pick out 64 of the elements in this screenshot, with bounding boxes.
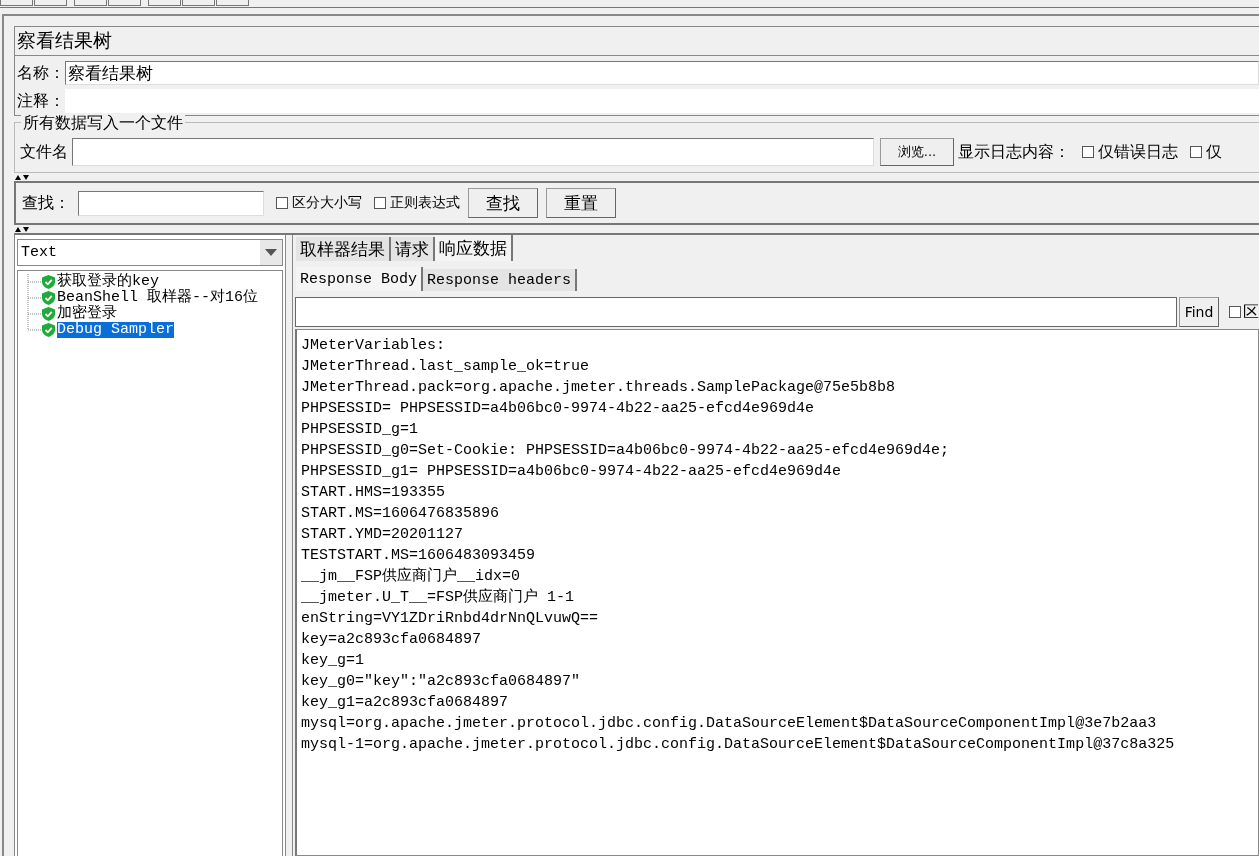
checkbox[interactable]: [1190, 146, 1202, 158]
response-line: JMeterVariables:: [301, 336, 447, 356]
shield-check-icon: [42, 291, 55, 305]
response-line: TESTSTART.MS=1606483093459: [301, 546, 537, 566]
checkbox-label: 区: [1243, 301, 1259, 323]
tree-item[interactable]: 加密登录: [57, 306, 117, 322]
collapse-arrows-icon[interactable]: [15, 174, 29, 180]
checkbox[interactable]: [276, 197, 288, 209]
response-line: PHPSESSID= PHPSESSID=a4b06bc0-9974-4b22-aa25-efcd4e969d4e: [301, 399, 816, 419]
response-line: enString=VY1ZDriRnbd4drNnQLvuwQ==: [301, 609, 600, 629]
tree-item[interactable]: Debug Sampler: [57, 322, 175, 338]
tab[interactable]: Response headers: [423, 269, 578, 291]
search-button[interactable]: 查找: [468, 188, 538, 218]
checkbox[interactable]: [374, 197, 386, 209]
log-label: 显示日志内容：: [958, 141, 1070, 163]
response-line: __jm__FSP供应商门户__idx=0: [301, 566, 522, 587]
name-field[interactable]: 察看结果树: [65, 61, 1259, 85]
comment-label: 注释：: [17, 90, 65, 112]
dropdown-arrow-icon: [265, 249, 277, 256]
response-line: __jmeter.U_T__=FSP供应商门户 1-1: [301, 587, 576, 608]
search-label: 查找：: [22, 192, 70, 214]
search-button[interactable]: 重置: [546, 188, 616, 218]
checkbox[interactable]: [1229, 306, 1241, 318]
tree-item[interactable]: 获取登录的key: [57, 274, 159, 290]
response-line: mysql-1=org.apache.jmeter.protocol.jdbc.config.DataSourceElement$DataSourceComponentImpl@37c8a325: [301, 735, 1176, 755]
checkbox-label: 区分大小写: [292, 194, 362, 212]
response-line: PHPSESSID_g=1: [301, 420, 420, 440]
search-field[interactable]: [78, 190, 264, 216]
shield-check-icon: [42, 323, 55, 337]
find-field[interactable]: [295, 297, 1177, 327]
splitter-bar[interactable]: [286, 235, 293, 856]
response-line: JMeterThread.pack=org.apache.jmeter.threads.SamplePackage@75e5b8b8: [301, 378, 897, 398]
find-button[interactable]: Find: [1179, 297, 1219, 327]
response-line: mysql=org.apache.jmeter.protocol.jdbc.config.DataSourceElement$DataSourceComponentImpl@3e7b2aa3: [301, 714, 1158, 734]
shield-check-icon: [42, 307, 55, 321]
collapse-arrows-icon[interactable]: [15, 226, 29, 232]
response-line: key=a2c893cfa0684897: [301, 630, 483, 650]
response-line: JMeterThread.last_sample_ok=true: [301, 357, 591, 377]
tab[interactable]: Response Body: [296, 267, 424, 291]
tree-guide-line: [24, 290, 42, 306]
tab[interactable]: 响应数据: [435, 235, 513, 261]
response-line: PHPSESSID_g0=Set-Cookie: PHPSESSID=a4b06bc0-9974-4b22-aa25-efcd4e969d4e;: [301, 441, 951, 461]
tab[interactable]: 请求: [391, 237, 435, 261]
checkbox-label: 正则表达式: [390, 194, 460, 212]
panel-title: 察看结果树: [17, 28, 112, 53]
name-label: 名称：: [17, 62, 65, 84]
filename-label: 文件名: [20, 141, 68, 163]
renderer-dropdown[interactable]: Text: [17, 239, 283, 266]
filename-field[interactable]: [72, 138, 874, 166]
browse-button[interactable]: 浏览...: [880, 138, 954, 166]
tab[interactable]: 取样器结果: [296, 237, 391, 261]
response-line: key_g=1: [301, 651, 365, 671]
response-line: START.HMS=193355: [301, 483, 447, 503]
response-line: START.MS=1606476835896: [301, 504, 501, 524]
shield-check-icon: [42, 275, 55, 289]
group-legend: 所有数据写入一个文件: [21, 113, 185, 134]
response-line: key_g0="key":"a2c893cfa0684897": [301, 672, 582, 692]
response-line: START.YMD=20201127: [301, 525, 465, 545]
checkbox-label: 仅: [1206, 141, 1222, 163]
tree-guide-line: [24, 274, 42, 290]
response-line: key_g1=a2c893cfa0684897: [301, 693, 510, 713]
checkbox[interactable]: [1082, 146, 1094, 158]
checkbox-label: 仅错误日志: [1098, 141, 1178, 163]
response-line: PHPSESSID_g1= PHPSESSID=a4b06bc0-9974-4b22-aa25-efcd4e969d4e: [301, 462, 843, 482]
